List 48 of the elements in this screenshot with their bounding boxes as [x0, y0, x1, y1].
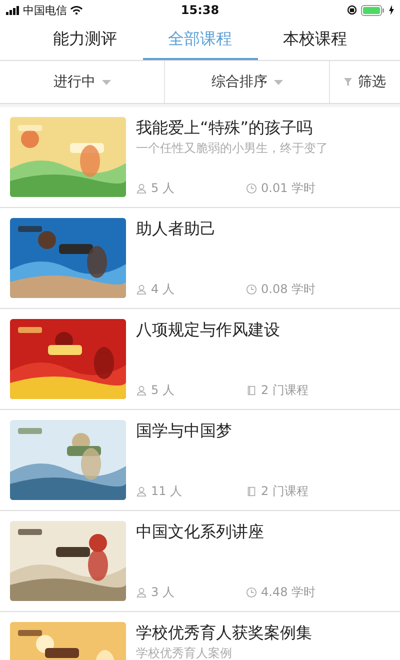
wifi-icon — [70, 5, 83, 15]
carrier-name: 中国电信 — [23, 2, 67, 18]
tab[interactable]: 本校课程 — [258, 20, 372, 60]
course-card[interactable]: 助人者助己 4 人 0.08 学时 — [0, 208, 400, 308]
learner-count: 11 人 — [151, 483, 182, 500]
course-count: 2 门课程 — [261, 483, 308, 500]
course-subtitle: 一个任性又脆弱的小男生，终于变了 — [136, 140, 329, 157]
course-title: 学校优秀育人获奖案例集 — [136, 622, 313, 644]
funnel-icon — [344, 78, 352, 86]
clock-icon — [246, 183, 257, 194]
study-hours: 0.01 学时 — [261, 180, 316, 197]
course-title: 国学与中国梦 — [136, 420, 233, 442]
person-icon — [136, 587, 147, 598]
course-title: 我能爱上“特殊”的孩子吗 — [136, 117, 314, 139]
dropdown-button[interactable]: 进行中 — [0, 61, 165, 103]
person-icon — [136, 183, 147, 194]
caret-icon — [102, 80, 110, 84]
course-subtitle: 学校优秀育人案例 — [136, 645, 233, 660]
clock-icon — [246, 284, 257, 295]
course-card[interactable]: 国学与中国梦 11 人 2 门课程 — [0, 410, 400, 510]
person-icon — [136, 385, 147, 396]
person-icon — [136, 284, 147, 295]
person-icon — [136, 486, 147, 497]
course-card[interactable]: 八项规定与作风建设 5 人 2 门课程 — [0, 309, 400, 409]
document-icon — [246, 385, 257, 396]
course-card[interactable]: 中国文化系列讲座 3 人 4.48 学时 — [0, 511, 400, 611]
clock-time: 15:38 — [180, 3, 220, 17]
course-title: 中国文化系列讲座 — [136, 521, 265, 543]
battery-icon — [361, 4, 386, 16]
course-card[interactable]: 我能爱上“特殊”的孩子吗 一个任性又脆弱的小男生，终于变了 5 人 0.01 学时 — [0, 107, 400, 207]
learner-count: 3 人 — [151, 584, 174, 601]
course-title: 八项规定与作风建设 — [136, 319, 281, 341]
tab[interactable]: 能力测评 — [28, 20, 142, 60]
document-icon — [246, 486, 257, 497]
course-count: 2 门课程 — [261, 382, 308, 399]
filter-button[interactable]: 筛选 — [330, 61, 400, 103]
clock-icon — [246, 587, 257, 598]
caret-icon — [274, 80, 282, 84]
course-title: 助人者助己 — [136, 218, 217, 240]
study-hours: 4.48 学时 — [261, 584, 316, 601]
learner-count: 5 人 — [151, 180, 174, 197]
learner-count: 4 人 — [151, 281, 174, 298]
study-hours: 0.08 学时 — [261, 281, 316, 298]
learner-count: 5 人 — [151, 382, 174, 399]
signal-icon — [6, 6, 20, 14]
charging-icon — [389, 5, 394, 15]
course-card[interactable]: 学校优秀育人获奖案例集 学校优秀育人案例 — [0, 612, 400, 660]
dropdown-button[interactable]: 综合排序 — [165, 61, 330, 103]
